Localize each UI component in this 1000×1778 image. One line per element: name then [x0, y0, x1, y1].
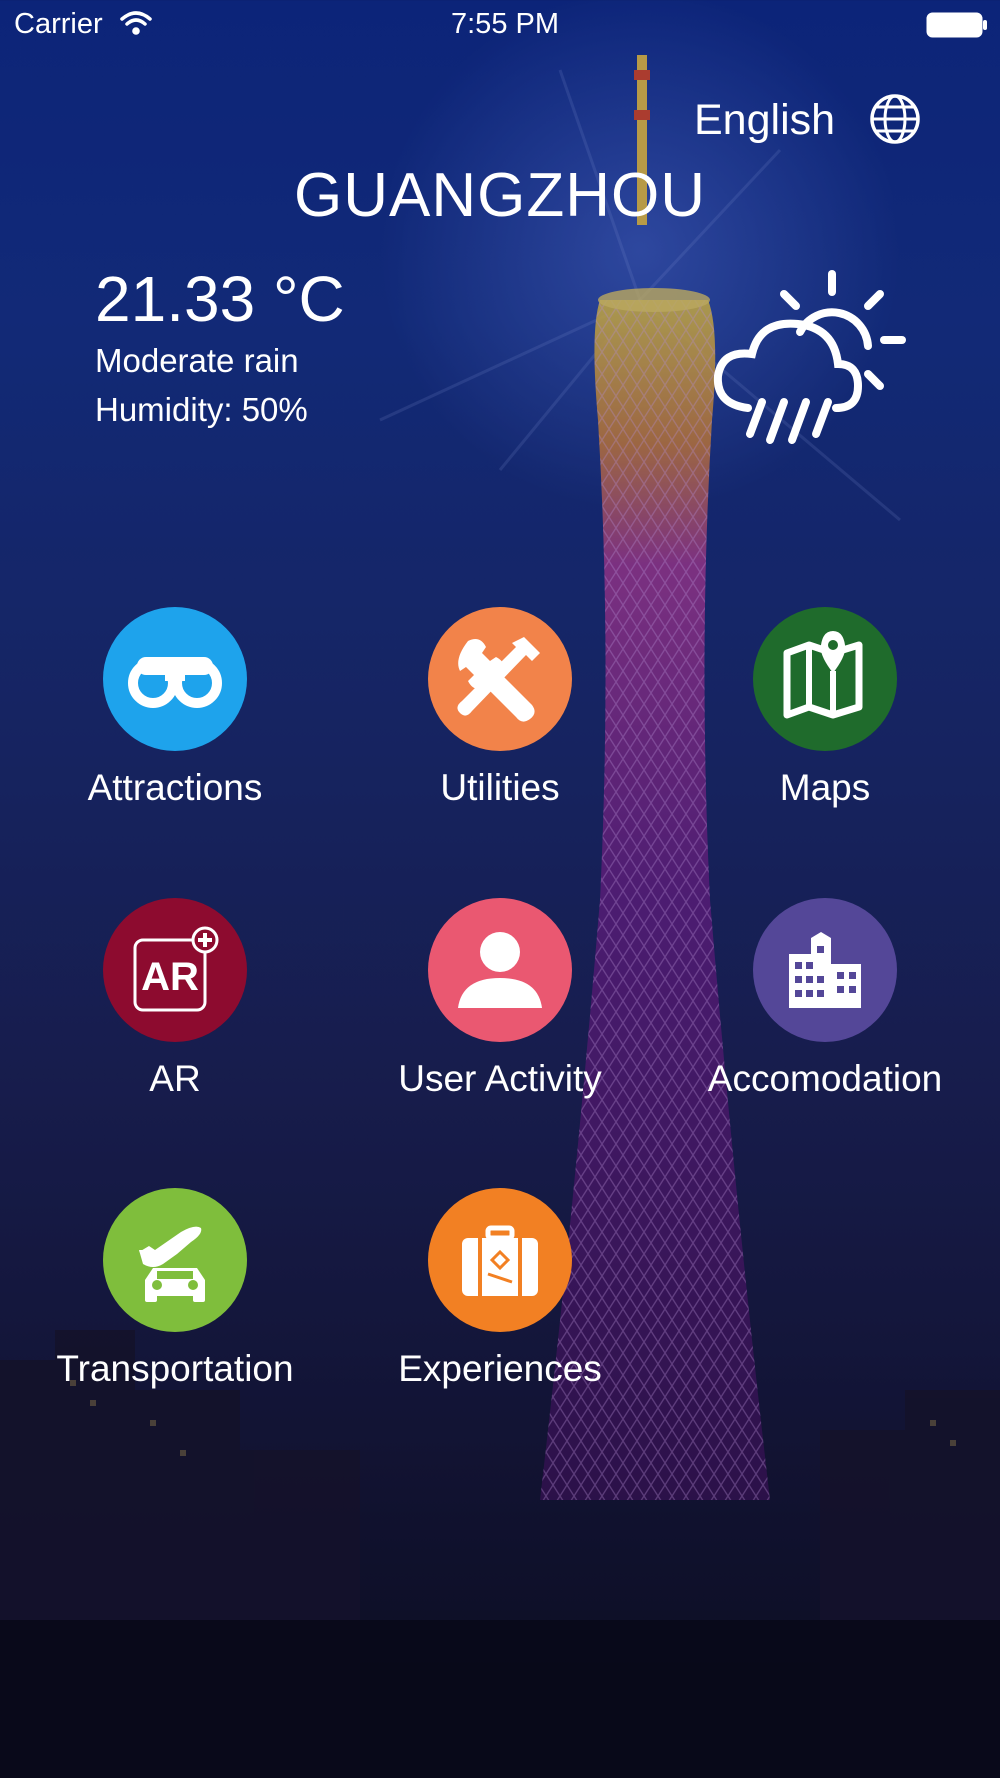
- menu-item-maps[interactable]: Maps: [660, 607, 990, 847]
- menu-label-user-activity: User Activity: [398, 1058, 602, 1099]
- map-pin-icon: [783, 631, 863, 719]
- menu-item-user-activity[interactable]: User Activity: [335, 898, 665, 1138]
- menu-label-experiences: Experiences: [398, 1348, 602, 1389]
- experiences-icon-circle: [428, 1188, 572, 1332]
- menu-item-utilities[interactable]: Utilities: [335, 607, 665, 847]
- plane-car-icon: [139, 1226, 205, 1302]
- language-label: English: [694, 96, 836, 144]
- status-time: 7:55 PM: [451, 8, 559, 40]
- menu-label-utilities: Utilities: [440, 767, 560, 808]
- menu-label-accomodation: Accomodation: [707, 1058, 943, 1099]
- ar-add-icon: AR: [133, 926, 219, 1012]
- battery-icon: [926, 12, 987, 38]
- globe-icon: [870, 94, 920, 144]
- menu-label-attractions: Attractions: [87, 767, 263, 808]
- tools-icon: [457, 637, 540, 722]
- status-bar: Carrier 7:55 PM: [0, 0, 1000, 50]
- weather-condition: Moderate rain: [95, 342, 299, 379]
- maps-icon-circle: [753, 607, 897, 751]
- transportation-icon-circle: [103, 1188, 247, 1332]
- city-title: GUANGZHOU: [294, 161, 706, 230]
- building-icon: [789, 932, 861, 1008]
- menu-item-experiences[interactable]: Experiences: [335, 1188, 665, 1428]
- user-activity-icon-circle: [428, 898, 572, 1042]
- binoculars-icon: [128, 657, 222, 708]
- menu-label-transportation: Transportation: [56, 1348, 294, 1389]
- accomodation-icon-circle: [753, 898, 897, 1042]
- suitcase-icon: [462, 1225, 538, 1296]
- menu-label-ar: AR: [149, 1058, 201, 1099]
- menu-item-accomodation[interactable]: Accomodation: [660, 898, 990, 1138]
- utilities-icon-circle: [428, 607, 572, 751]
- attractions-icon-circle: [103, 607, 247, 751]
- temperature: 21.33 °C: [95, 263, 345, 335]
- menu-item-ar[interactable]: AR AR: [10, 898, 340, 1138]
- weather-summary: 21.33 °C Moderate rain Humidity: 50%: [95, 262, 345, 434]
- svg-text:AR: AR: [141, 955, 199, 999]
- menu-label-maps: Maps: [779, 767, 871, 808]
- language-selector[interactable]: English: [660, 90, 925, 150]
- cloud-sun-rain-icon: [713, 270, 906, 444]
- humidity: Humidity: 50%: [95, 391, 308, 428]
- menu-item-transportation[interactable]: Transportation: [10, 1188, 340, 1428]
- user-icon: [458, 932, 542, 1008]
- ar-icon-circle: AR: [103, 898, 247, 1042]
- menu-item-attractions[interactable]: Attractions: [10, 607, 340, 847]
